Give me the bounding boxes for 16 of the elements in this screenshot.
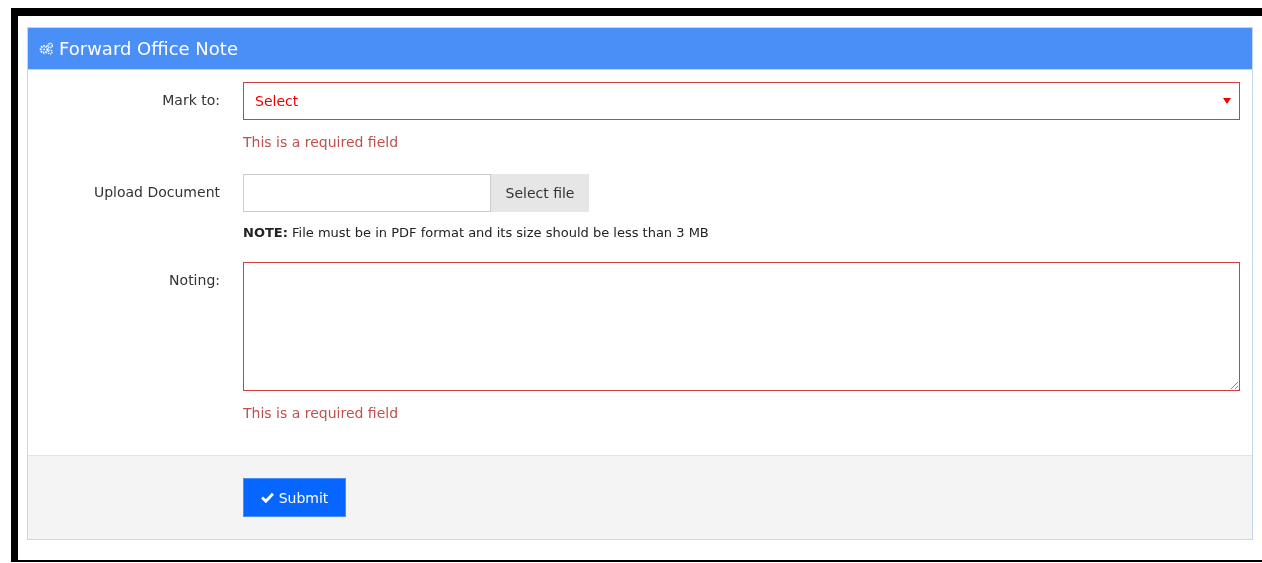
caret-icon	[1223, 98, 1231, 104]
panel-title: Forward Office Note	[59, 38, 238, 59]
resize-grip-icon[interactable]	[1230, 381, 1238, 389]
file-path-field[interactable]	[243, 174, 491, 212]
note-text: NOTE: File must be in PDF format and its size should be less than 3 MB	[243, 225, 710, 240]
error-message: This is a required field	[243, 405, 400, 421]
select-field[interactable]: Select	[243, 82, 1240, 120]
gears-icon	[39, 42, 54, 55]
field-label: Noting:	[168, 271, 220, 290]
select-file-button[interactable]: Select file	[491, 174, 589, 212]
submit-button[interactable]: Submit	[243, 478, 346, 517]
field-label: Mark to:	[161, 91, 220, 110]
checkmark-icon	[260, 492, 274, 503]
field-label: Upload Document	[92, 183, 220, 202]
error-message: This is a required field	[243, 134, 400, 150]
noting-field[interactable]	[243, 262, 1240, 391]
